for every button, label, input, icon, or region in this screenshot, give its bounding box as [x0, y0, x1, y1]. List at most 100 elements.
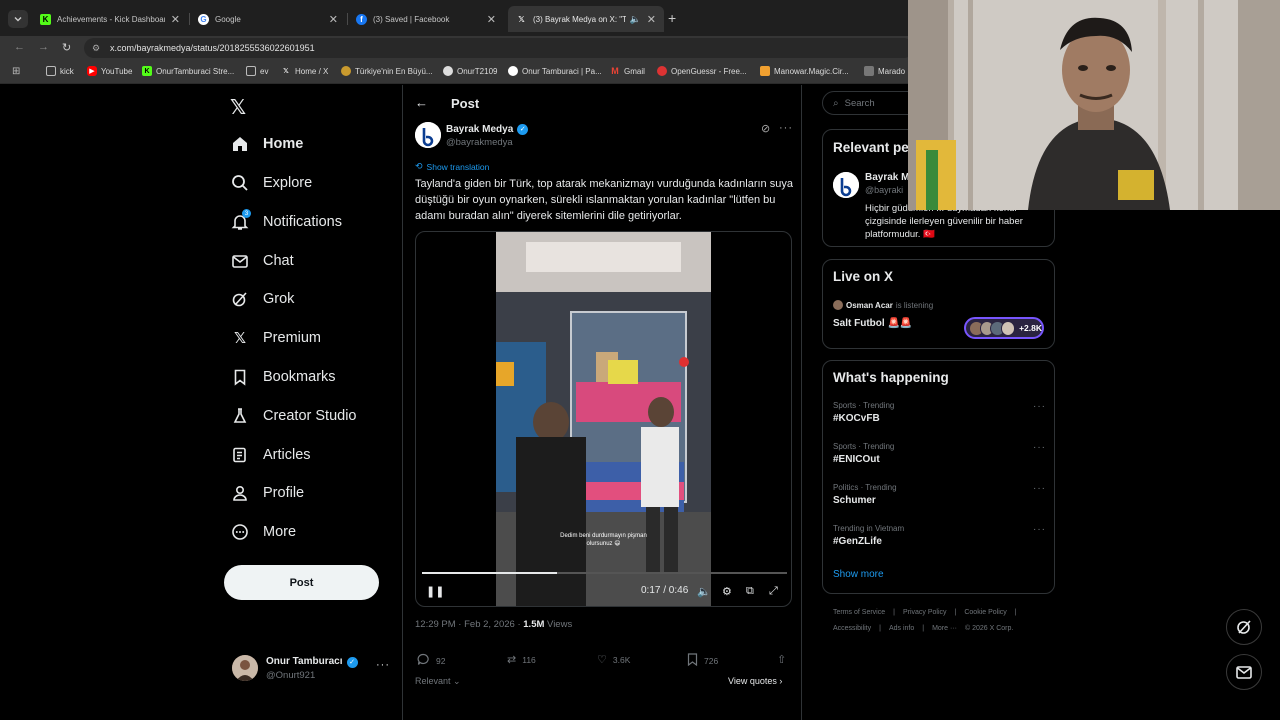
close-icon[interactable]: ✕: [487, 13, 496, 26]
footer-link[interactable]: Ads info: [889, 625, 914, 632]
panel-title: Relevant pe: [833, 140, 909, 155]
picture-in-picture-icon[interactable]: ⧉: [746, 585, 754, 598]
bookmark-button[interactable]: 726: [687, 653, 718, 669]
close-icon[interactable]: ✕: [647, 13, 656, 26]
address-bar[interactable]: ⚙ x.com/bayrakmedya/status/2018255536022…: [84, 38, 914, 58]
browser-tab-facebook[interactable]: f (3) Saved | Facebook ✕: [348, 6, 504, 32]
settings-icon[interactable]: ⚙: [722, 585, 732, 598]
footer-link[interactable]: Accessibility: [833, 625, 871, 632]
footer-link[interactable]: Privacy Policy: [903, 609, 947, 616]
browser-tab-google[interactable]: G Google ✕: [190, 6, 346, 32]
post-button[interactable]: Post: [224, 565, 379, 600]
trend-context: Sports · Trending: [833, 401, 895, 410]
nav-grok[interactable]: Grok: [230, 284, 294, 314]
volume-icon[interactable]: 🔈: [697, 585, 711, 598]
nav-label: Profile: [263, 485, 305, 501]
nav-more[interactable]: More: [230, 517, 296, 547]
bookmark-item[interactable]: OnurT2109: [443, 66, 497, 76]
nav-home[interactable]: Home: [230, 129, 303, 159]
tab-search-button[interactable]: [8, 10, 28, 28]
nav-notifications[interactable]: 3 Notifications: [230, 207, 342, 237]
grok-icon[interactable]: ⊘: [761, 122, 770, 135]
trend-item[interactable]: Politics · Trending Schumer ···: [833, 483, 1048, 506]
nav-creator-studio[interactable]: Creator Studio: [230, 401, 357, 431]
browser-tab-x-active[interactable]: 𝕏 (3) Bayrak Medya on X: "Ta 🔈 ✕: [508, 6, 664, 32]
show-more-link[interactable]: Show more: [833, 569, 884, 580]
trend-item[interactable]: Sports · Trending #KOCvFB ···: [833, 401, 1048, 424]
more-icon[interactable]: ···: [779, 122, 793, 134]
reply-sort-label: Relevant: [415, 676, 451, 686]
kick-icon: K: [142, 66, 152, 76]
like-button[interactable]: ♡ 3.6K: [597, 653, 630, 666]
bookmark-item[interactable]: kick: [46, 66, 74, 76]
bookmark-item[interactable]: M Gmail: [610, 66, 645, 76]
reply-button[interactable]: 92: [417, 653, 445, 669]
nav-chat[interactable]: Chat: [230, 246, 294, 276]
bookmark-item[interactable]: ▶ YouTube: [87, 66, 132, 76]
footer-link[interactable]: Cookie Policy: [964, 609, 1006, 616]
bookmark-item[interactable]: Onur Tamburaci | Pa...: [508, 66, 602, 76]
nav-explore[interactable]: Explore: [230, 168, 312, 198]
video-progress-bar[interactable]: [422, 572, 787, 574]
site-info-icon[interactable]: ⚙: [92, 43, 104, 54]
verified-icon: ✓: [517, 124, 529, 135]
bookmark-item[interactable]: ev: [246, 66, 268, 76]
nav-premium[interactable]: 𝕏 Premium: [230, 323, 321, 353]
google-icon: G: [198, 13, 209, 25]
more-icon[interactable]: ···: [1033, 401, 1046, 412]
footer-separator: |: [1014, 609, 1017, 616]
live-listeners-badge[interactable]: +2.8K: [964, 317, 1044, 339]
grok-fab-button[interactable]: [1226, 609, 1262, 645]
trend-item[interactable]: Sports · Trending #ENICOut ···: [833, 442, 1048, 465]
browser-tab-kick[interactable]: K Achievements - Kick Dashboard ✕: [32, 6, 188, 32]
nav-profile[interactable]: Profile: [230, 478, 304, 508]
footer-link[interactable]: More ···: [932, 625, 957, 632]
show-translation-link[interactable]: ⟲ Show translation: [415, 161, 489, 172]
reload-icon[interactable]: ↻: [62, 41, 71, 54]
author-avatar[interactable]: [415, 122, 441, 148]
new-tab-button[interactable]: +: [668, 10, 676, 26]
view-quotes-text: View quotes: [728, 676, 777, 686]
author-name[interactable]: Bayrak Medya ✓: [446, 124, 529, 135]
bookmark-item[interactable]: K OnurTamburaci Stre...: [142, 66, 234, 76]
author-handle[interactable]: @bayrakmedya: [446, 137, 513, 148]
trend-item[interactable]: Trending in Vietnam #GenZLife ···: [833, 524, 1048, 547]
relevant-person-name[interactable]: Bayrak M: [865, 172, 909, 183]
bookmark-label: Gmail: [624, 66, 645, 76]
live-space-title[interactable]: Salt Futbol 🚨🚨: [833, 318, 912, 329]
author-avatar[interactable]: [833, 172, 859, 198]
footer-link[interactable]: Terms of Service: [833, 609, 885, 616]
fullscreen-icon[interactable]: ⤢: [769, 585, 778, 598]
close-icon[interactable]: ✕: [329, 13, 338, 26]
bookmark-item[interactable]: 𝕏 Home / X: [281, 66, 328, 76]
back-arrow-icon[interactable]: ←: [415, 95, 428, 110]
post-timestamp[interactable]: 12:29 PM · Feb 2, 2026 ·: [415, 619, 523, 630]
more-icon[interactable]: ···: [376, 659, 390, 671]
account-handle: @Onurt921: [266, 670, 316, 681]
apps-icon[interactable]: ⊞: [12, 66, 20, 77]
account-switcher[interactable]: Onur Tamburacı ✓ @Onurt921 ···: [232, 655, 392, 685]
nav-bookmarks[interactable]: Bookmarks: [230, 362, 336, 392]
repost-button[interactable]: ⇄ 116: [507, 653, 536, 666]
close-icon[interactable]: ✕: [171, 13, 180, 26]
messages-fab-button[interactable]: [1226, 654, 1262, 690]
back-icon[interactable]: ←: [14, 41, 25, 53]
more-icon[interactable]: ···: [1033, 524, 1046, 535]
live-host-name: Osman Acar: [846, 300, 893, 310]
nav-articles[interactable]: Articles: [230, 440, 311, 470]
share-button[interactable]: ⇧: [777, 653, 792, 666]
bookmark-item[interactable]: OpenGuessr - Free...: [657, 66, 747, 76]
bookmark-item[interactable]: Marado: [864, 66, 905, 76]
forward-icon[interactable]: →: [38, 41, 49, 53]
bookmark-item[interactable]: Türkiye'nin En Büyü...: [341, 66, 433, 76]
pause-icon[interactable]: ❚❚: [426, 585, 444, 598]
video-player[interactable]: Dedim beni durdurmayın pişman olursunuz …: [415, 231, 792, 607]
bayrak-logo-icon: [415, 122, 441, 148]
x-logo-icon[interactable]: 𝕏: [230, 95, 246, 120]
bookmark-item[interactable]: Manowar.Magic.Cir...: [760, 66, 849, 76]
more-icon[interactable]: ···: [1033, 442, 1046, 453]
reply-sort-dropdown[interactable]: Relevant ⌄: [415, 676, 461, 687]
more-icon[interactable]: ···: [1033, 483, 1046, 494]
view-quotes-link[interactable]: View quotes ›: [728, 676, 782, 686]
speaker-icon[interactable]: 🔈: [630, 14, 641, 25]
